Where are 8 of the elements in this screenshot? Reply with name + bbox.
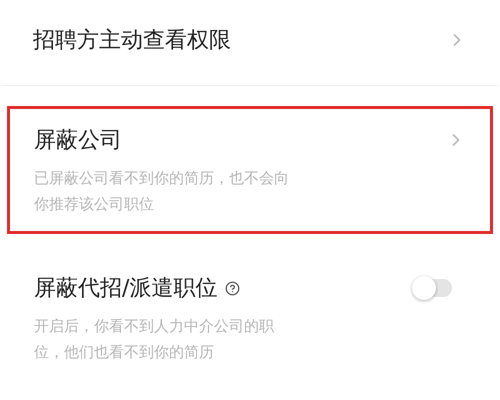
setting-title: 屏蔽代招/派遣职位 <box>34 275 218 303</box>
setting-description: 开启后，你看不到人力中介公司的职 <box>34 316 274 337</box>
setting-title: 屏蔽公司 <box>34 127 122 155</box>
setting-description: 已屏蔽公司看不到你的简历，也不会向 <box>34 168 289 189</box>
setting-title: 招聘方主动查看权限 <box>33 27 231 55</box>
setting-description: 你推荐该公司职位 <box>34 194 154 215</box>
setting-description: 位，他们也看不到你的简历 <box>34 342 214 363</box>
help-icon[interactable] <box>225 280 240 296</box>
